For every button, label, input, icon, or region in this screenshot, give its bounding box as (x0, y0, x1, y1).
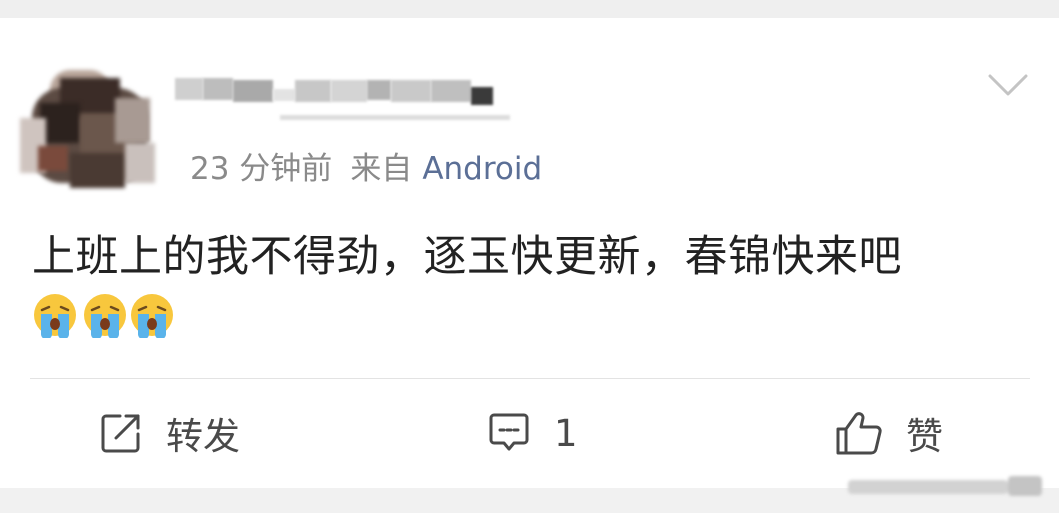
post-text: 上班上的我不得劲，逐玉快更新，春锦快来吧 (32, 232, 902, 282)
repost-button[interactable]: 转发 (98, 408, 240, 458)
top-separator (0, 0, 1059, 18)
post-meta: 23 分钟前 来自 Android (190, 143, 542, 188)
crying-face-emoji-icon (34, 294, 76, 338)
avatar[interactable] (20, 58, 160, 198)
crying-face-emoji-icon (131, 294, 173, 338)
source-prefix: 来自 (350, 151, 413, 187)
watermark (848, 474, 1048, 502)
source-link[interactable]: Android (422, 151, 542, 187)
comment-count: 1 (554, 411, 578, 455)
action-divider (30, 378, 1030, 379)
post-menu-button[interactable] (983, 66, 1033, 102)
like-button[interactable]: 赞 (834, 408, 943, 458)
share-icon (101, 414, 140, 453)
repost-label: 转发 (166, 415, 240, 458)
post-time: 23 分钟前 (190, 151, 333, 187)
username-redacted[interactable] (175, 75, 515, 125)
chevron-down-icon (988, 74, 1028, 96)
thumbs-up-icon (836, 412, 882, 455)
comment-button[interactable]: 1 (486, 408, 578, 458)
like-label: 赞 (906, 415, 943, 458)
crying-face-emoji-icon (84, 294, 126, 338)
comment-icon (489, 413, 529, 451)
